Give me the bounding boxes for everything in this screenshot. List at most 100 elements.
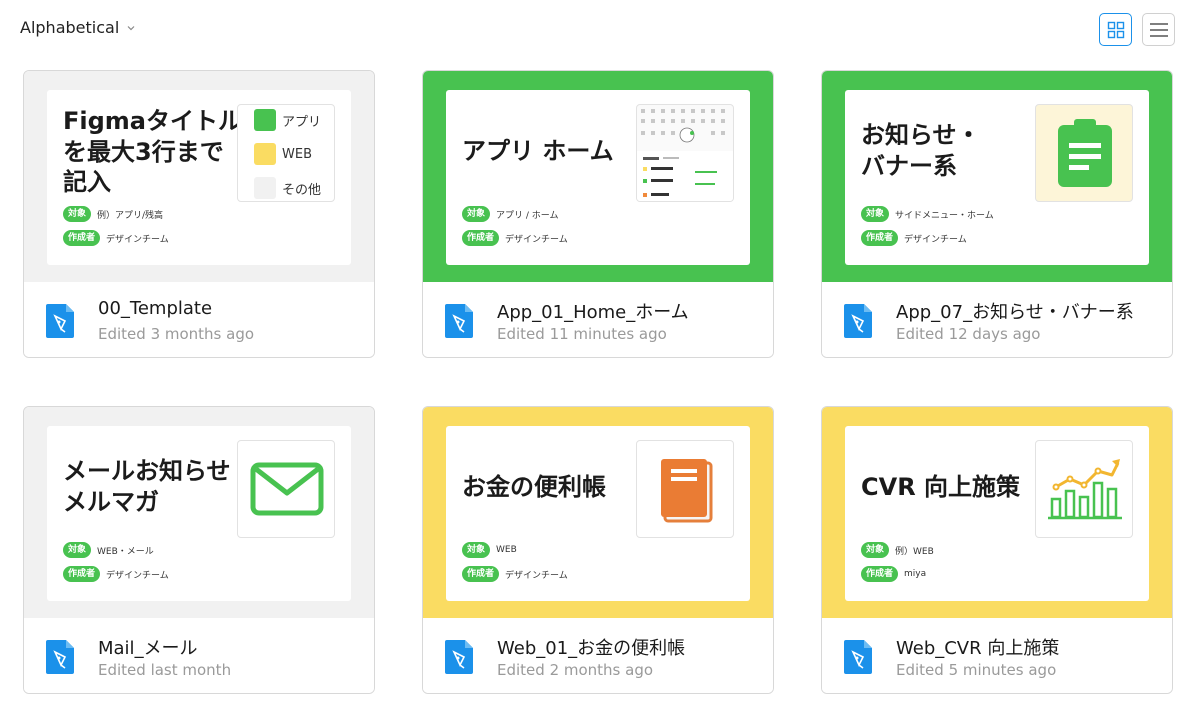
author-value: デザインチーム — [505, 570, 568, 581]
thumbnail-sheet: お知らせ・ バナー系 対象 サイドメニュー・ホーム 作成者 デザインチーム — [845, 90, 1149, 265]
legend-label: WEB — [282, 146, 312, 162]
file-meta: 00_Template Edited 3 months ago — [24, 282, 374, 357]
figma-file-icon — [844, 640, 872, 674]
growth-chart-icon — [1048, 459, 1122, 520]
envelope-image — [237, 440, 335, 538]
file-name[interactable]: 00_Template — [98, 298, 212, 319]
target-value: 例）アプリ/残高 — [97, 210, 164, 221]
author-tag: 作成者 デザインチーム — [462, 230, 568, 246]
legend-label: その他 — [282, 182, 322, 198]
book-icon — [661, 459, 713, 523]
figma-file-icon — [445, 640, 473, 674]
envelope-icon — [250, 462, 324, 516]
author-tag: 作成者 デザインチーム — [63, 230, 169, 246]
author-value: miya — [904, 569, 927, 579]
target-tag: 対象 WEB・メール — [63, 542, 154, 558]
target-pill: 対象 — [861, 542, 890, 558]
file-edited-time: Edited 11 minutes ago — [497, 325, 667, 343]
target-tag: 対象 例）アプリ/残高 — [63, 206, 163, 222]
file-edited-time: Edited 5 minutes ago — [896, 661, 1057, 679]
file-card-app-01-home[interactable]: アプリ ホーム 対象 アプリ / ホーム 作成者 デザインチーム App_01_… — [422, 70, 774, 358]
file-card-web-cvr[interactable]: CVR 向上施策 対象 例）WEB 作成者 miya Web_CVR 向上施策 … — [821, 406, 1173, 694]
file-meta: App_07_お知らせ・バナー系 Edited 12 days ago — [822, 282, 1172, 357]
figma-file-icon — [445, 304, 473, 338]
target-pill: 対象 — [462, 206, 491, 222]
file-name[interactable]: App_07_お知らせ・バナー系 — [896, 298, 1134, 324]
thumbnail-title: メールお知らせ メルマガ — [63, 457, 231, 516]
grid-view-button[interactable] — [1099, 13, 1132, 46]
target-pill: 対象 — [861, 206, 890, 222]
legend-item-app: アプリ — [254, 109, 321, 131]
file-name[interactable]: App_01_Home_ホーム — [497, 298, 689, 324]
author-tag: 作成者 デザインチーム — [462, 566, 568, 582]
file-thumbnail[interactable]: アプリ ホーム 対象 アプリ / ホーム 作成者 デザインチーム — [423, 71, 773, 282]
file-name[interactable]: Mail_メール — [98, 634, 198, 660]
legend-label: アプリ — [282, 114, 322, 130]
thumbnail-title: お金の便利帳 — [462, 473, 606, 501]
author-pill: 作成者 — [63, 566, 101, 582]
author-pill: 作成者 — [462, 230, 500, 246]
file-thumbnail[interactable]: CVR 向上施策 対象 例）WEB 作成者 miya — [822, 407, 1172, 618]
thumbnail-sheet: アプリ ホーム 対象 アプリ / ホーム 作成者 デザインチーム — [446, 90, 750, 265]
thumbnail-sheet: CVR 向上施策 対象 例）WEB 作成者 miya — [845, 426, 1149, 601]
app-screen-preview — [636, 104, 734, 202]
figma-file-icon — [844, 304, 872, 338]
thumbnail-title: アプリ ホーム — [462, 137, 614, 165]
author-pill: 作成者 — [861, 566, 899, 582]
target-tag: 対象 サイドメニュー・ホーム — [861, 206, 994, 222]
file-card-00-template[interactable]: Figmaタイトル を最大3行まで 記入 アプリ WEB その他 対象 例）アプ… — [23, 70, 375, 358]
figma-file-icon — [46, 304, 74, 338]
thumbnail-title: Figmaタイトル を最大3行まで 記入 — [63, 107, 243, 197]
author-tag: 作成者 デザインチーム — [63, 566, 169, 582]
target-tag: 対象 アプリ / ホーム — [462, 206, 559, 222]
target-pill: 対象 — [63, 542, 92, 558]
file-name[interactable]: Web_CVR 向上施策 — [896, 634, 1059, 660]
target-value: アプリ / ホーム — [496, 210, 559, 221]
thumbnail-sheet: メールお知らせ メルマガ 対象 WEB・メール 作成者 デザインチーム — [47, 426, 351, 601]
color-legend: アプリ WEB その他 — [237, 104, 335, 202]
file-meta: Web_01_お金の便利帳 Edited 2 months ago — [423, 618, 773, 693]
clipboard-icon — [1058, 119, 1112, 187]
thumbnail-sheet: Figmaタイトル を最大3行まで 記入 アプリ WEB その他 対象 例）アプ… — [47, 90, 351, 265]
file-thumbnail[interactable]: メールお知らせ メルマガ 対象 WEB・メール 作成者 デザインチーム — [24, 407, 374, 618]
grid-view-icon — [1107, 21, 1124, 38]
file-thumbnail[interactable]: お金の便利帳 対象 WEB 作成者 デザインチーム — [423, 407, 773, 618]
author-pill: 作成者 — [63, 230, 101, 246]
author-value: デザインチーム — [106, 234, 169, 245]
thumbnail-sheet: お金の便利帳 対象 WEB 作成者 デザインチーム — [446, 426, 750, 601]
author-pill: 作成者 — [462, 566, 500, 582]
target-value: サイドメニュー・ホーム — [895, 210, 994, 221]
list-view-button[interactable] — [1142, 13, 1175, 46]
target-value: WEB — [496, 545, 517, 555]
legend-swatch-gray — [254, 177, 276, 199]
author-value: デザインチーム — [106, 570, 169, 581]
author-value: デザインチーム — [505, 234, 568, 245]
target-pill: 対象 — [462, 542, 491, 558]
file-edited-time: Edited 2 months ago — [497, 661, 654, 679]
thumbnail-title: CVR 向上施策 — [861, 473, 1021, 501]
file-edited-time: Edited 12 days ago — [896, 325, 1041, 343]
file-edited-time: Edited 3 months ago — [98, 325, 255, 343]
file-card-web-01-money[interactable]: お金の便利帳 対象 WEB 作成者 デザインチーム Web_01_お金の便利帳 … — [422, 406, 774, 694]
legend-item-web: WEB — [254, 143, 312, 165]
file-name[interactable]: Web_01_お金の便利帳 — [497, 634, 685, 660]
app-screen-icon — [637, 109, 733, 201]
file-card-app-07-notice[interactable]: お知らせ・ バナー系 対象 サイドメニュー・ホーム 作成者 デザインチーム Ap… — [821, 70, 1173, 358]
file-thumbnail[interactable]: Figmaタイトル を最大3行まで 記入 アプリ WEB その他 対象 例）アプ… — [24, 71, 374, 282]
author-pill: 作成者 — [861, 230, 899, 246]
file-meta: Mail_メール Edited last month — [24, 618, 374, 693]
sort-dropdown[interactable]: Alphabetical — [20, 18, 135, 37]
file-thumbnail[interactable]: お知らせ・ バナー系 対象 サイドメニュー・ホーム 作成者 デザインチーム — [822, 71, 1172, 282]
sort-label: Alphabetical — [20, 18, 120, 37]
file-edited-time: Edited last month — [98, 661, 232, 679]
author-value: デザインチーム — [904, 234, 967, 245]
file-card-mail[interactable]: メールお知らせ メルマガ 対象 WEB・メール 作成者 デザインチーム Mail… — [23, 406, 375, 694]
legend-item-other: その他 — [254, 177, 321, 199]
target-value: WEB・メール — [97, 546, 154, 557]
file-meta: Web_CVR 向上施策 Edited 5 minutes ago — [822, 618, 1172, 693]
author-tag: 作成者 デザインチーム — [861, 230, 967, 246]
target-pill: 対象 — [63, 206, 92, 222]
toolbar: Alphabetical — [0, 0, 1200, 60]
list-view-icon — [1149, 22, 1168, 37]
thumbnail-title: お知らせ・ バナー系 — [861, 121, 981, 180]
